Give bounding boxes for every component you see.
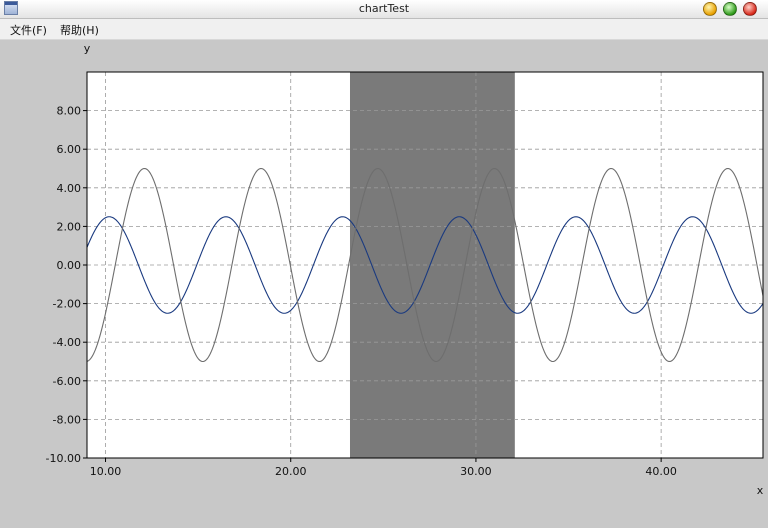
x-tick-label: 40.00	[645, 465, 677, 478]
y-tick-label: -2.00	[53, 298, 81, 311]
y-axis-label: y	[84, 42, 91, 55]
menu-help[interactable]: 帮助(H)	[60, 22, 99, 38]
menu-bar: 文件(F) 帮助(H)	[0, 19, 768, 40]
y-tick-label: -6.00	[53, 375, 81, 388]
title-bar[interactable]: chartTest	[0, 0, 768, 19]
y-tick-label: 8.00	[57, 105, 82, 118]
window-title: chartTest	[358, 2, 410, 15]
y-tick-label: -8.00	[53, 413, 81, 426]
x-tick-label: 20.00	[275, 465, 307, 478]
y-tick-label: 6.00	[57, 143, 82, 156]
minimize-button[interactable]	[703, 2, 717, 16]
maximize-button[interactable]	[723, 2, 737, 16]
y-tick-label: 2.00	[57, 220, 82, 233]
chart-area[interactable]: 8.00 6.00 4.00 2.00 0.00 -2.00 -4.00 -6.00 -8.00…	[4, 40, 768, 524]
x-tick-label: 30.00	[460, 465, 492, 478]
menu-file[interactable]: 文件(F)	[10, 22, 47, 38]
y-tick-label: -4.00	[53, 336, 81, 349]
x-axis-label: x	[757, 484, 764, 497]
close-button[interactable]	[743, 2, 757, 16]
y-tick-label: -10.00	[46, 452, 81, 465]
y-tick-label: 0.00	[57, 259, 82, 272]
line-chart[interactable]: 8.00 6.00 4.00 2.00 0.00 -2.00 -4.00 -6.00 -8.00…	[4, 40, 768, 524]
y-tick-label: 4.00	[57, 182, 82, 195]
x-tick-label: 10.00	[90, 465, 122, 478]
